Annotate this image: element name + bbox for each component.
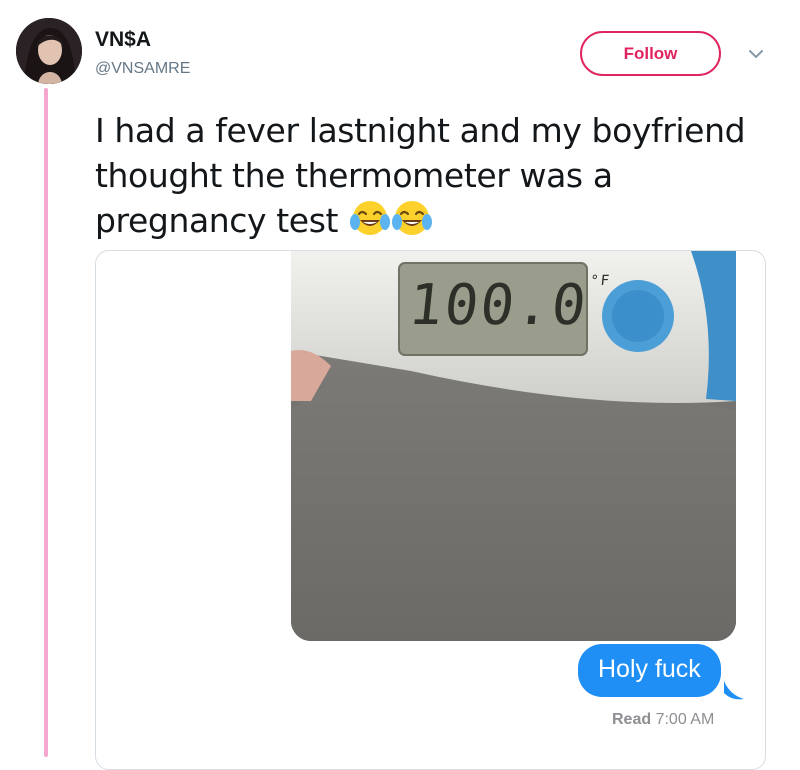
follow-button-label: Follow	[623, 43, 678, 63]
avatar[interactable]	[16, 18, 82, 84]
face-with-tears-of-joy-icon	[350, 201, 391, 235]
thread-line	[44, 88, 48, 757]
display-name[interactable]: VN$A	[95, 28, 151, 52]
thermometer-photo[interactable]: 100.0°F	[291, 251, 736, 641]
read-label: Read	[612, 711, 652, 728]
face-with-tears-of-joy-icon	[392, 201, 433, 235]
bubble-tail	[724, 681, 744, 700]
reading-unit: °F	[589, 273, 612, 289]
user-handle[interactable]: @VNSAMRE	[95, 60, 190, 78]
reading-value: 100.0	[405, 273, 591, 338]
message-bubble: Holy fuck	[578, 644, 721, 697]
thermometer-reading: 100.0°F	[406, 273, 612, 338]
chevron-down-icon[interactable]	[745, 46, 767, 62]
follow-button[interactable]: Follow	[580, 31, 721, 76]
message-text: Holy fuck	[598, 655, 701, 683]
avatar-photo	[16, 18, 82, 84]
read-time: 7:00 AM	[655, 711, 715, 728]
tweet-text: I had a fever lastnight and my boyfriend…	[95, 108, 785, 243]
media-card[interactable]: 100.0°F Holy fuck Read 7:00 AM	[95, 250, 766, 770]
read-receipt: Read 7:00 AM	[612, 711, 714, 729]
